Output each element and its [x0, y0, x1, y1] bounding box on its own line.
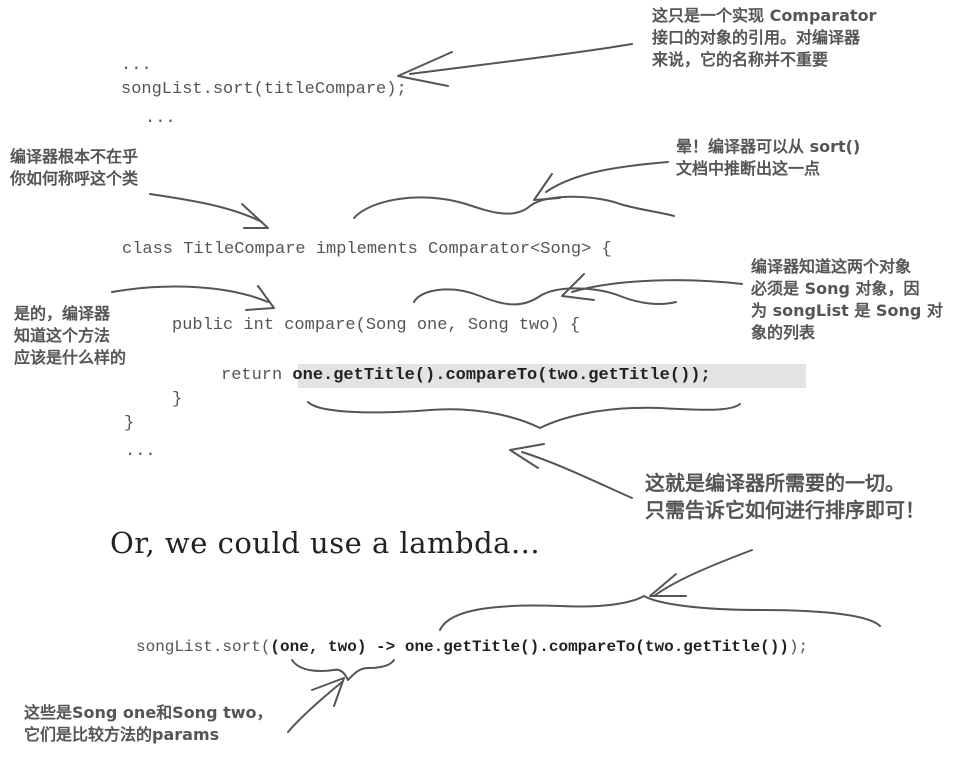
arrow-all-needed — [521, 451, 633, 499]
arrow-method-shape — [111, 285, 269, 303]
arrowhead-lambda-params — [311, 677, 345, 707]
arrow-sort-docs — [545, 161, 669, 193]
brace-return-expression — [307, 401, 741, 429]
brace-params — [413, 287, 677, 306]
arrow-lambda-body — [653, 549, 753, 597]
brace-lambda-body — [439, 595, 881, 631]
arrowhead-all-needed — [509, 443, 545, 469]
arrowhead-lambda-body — [649, 573, 687, 597]
brace-comparator — [353, 195, 675, 219]
brace-lambda-params — [291, 659, 395, 681]
annotation-arrows — [111, 43, 881, 733]
arrow-to-titlecompare — [409, 43, 633, 75]
